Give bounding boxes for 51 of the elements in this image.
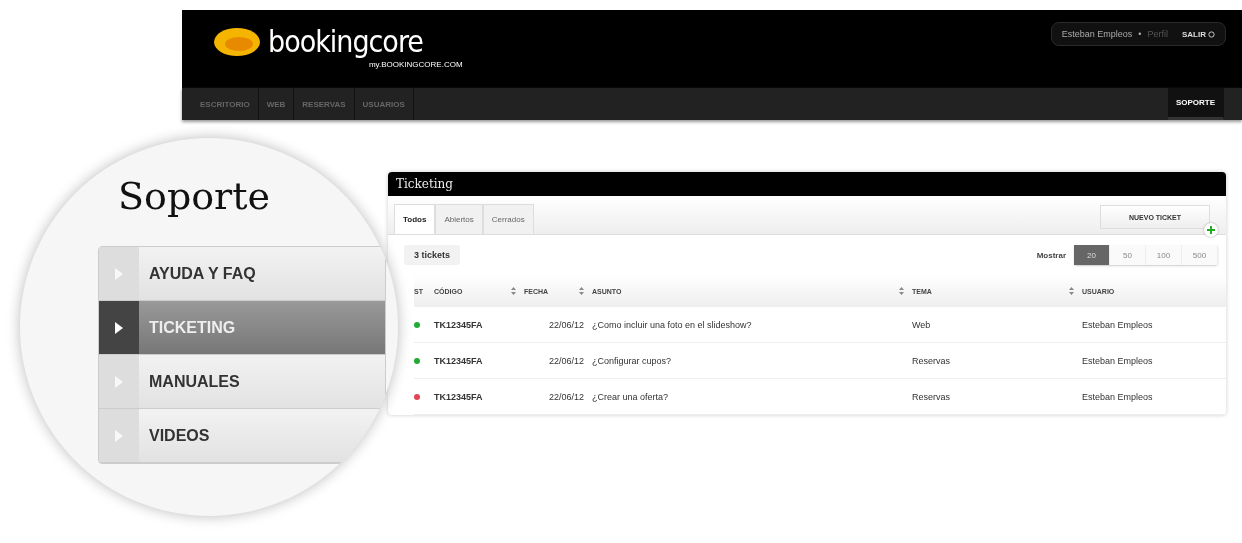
ticket-count: 3 tickets (404, 245, 461, 265)
page-size-button[interactable]: 50 (1110, 245, 1146, 265)
table-cell: Esteban Empleos (1082, 343, 1226, 379)
profile-link[interactable]: Perfil (1147, 29, 1168, 39)
table-cell: 22/06/12 (524, 379, 592, 415)
menu-item[interactable]: TICKETING (99, 301, 385, 355)
sort-icon[interactable] (579, 287, 584, 295)
table-cell: Web (912, 307, 1082, 343)
table-cell: TK12345FA (434, 379, 524, 415)
plus-icon[interactable] (1204, 223, 1218, 237)
filter-tab[interactable]: Cerrados (482, 204, 534, 234)
table-cell: TK12345FA (434, 343, 524, 379)
separator-text: • (1138, 29, 1142, 39)
menu-item[interactable]: AYUDA Y FAQ (99, 247, 385, 301)
table-cell: ¿Crear una oferta? (592, 379, 912, 415)
table-cell: ¿Configurar cupos? (592, 343, 912, 379)
logo-subtitle: my.BOOKINGCORE.COM (368, 60, 463, 69)
caret-icon (115, 321, 123, 334)
sort-icon[interactable] (511, 287, 516, 295)
logout-button[interactable]: SALIR (1174, 29, 1215, 39)
panel-title: Ticketing (388, 172, 1226, 196)
table-cell: Reservas (912, 379, 1082, 415)
page-size-button[interactable]: 100 (1146, 245, 1182, 265)
table-cell: 22/06/12 (524, 343, 592, 379)
table-cell: Esteban Empleos (1082, 379, 1226, 415)
caret-icon (115, 375, 123, 388)
nav-tab[interactable]: SOPORTE (1167, 88, 1224, 120)
page-title: Soporte (118, 174, 271, 218)
table-cell: ¿Como incluir una foto en el slideshow? (592, 307, 912, 343)
page-size-button[interactable]: 20 (1074, 245, 1110, 265)
table-cell: Esteban Empleos (1082, 307, 1226, 343)
page-size-button[interactable]: 500 (1182, 245, 1218, 265)
nav-tab[interactable]: RESERVAS (294, 88, 355, 120)
logo-text: bookingcore (268, 24, 423, 59)
logo-icon (212, 25, 262, 59)
nav-tab[interactable]: WEB (258, 88, 295, 120)
sort-icon[interactable] (1069, 287, 1074, 295)
menu-item[interactable]: MANUALES (99, 355, 385, 409)
filter-tab[interactable]: Abiertos (435, 204, 483, 234)
user-name: Esteban Empleos (1061, 29, 1133, 39)
show-label: Mostrar (1036, 250, 1066, 260)
power-icon (1208, 30, 1215, 38)
sort-icon[interactable] (899, 287, 904, 295)
caret-icon (115, 267, 123, 280)
nav-tab[interactable]: ESCRITORIO (192, 88, 259, 120)
filter-tab[interactable]: Todos (394, 204, 436, 234)
table-cell: TK12345FA (434, 307, 524, 343)
nav-tab[interactable]: USUARIOS (354, 88, 414, 120)
table-cell: Reservas (912, 343, 1082, 379)
table-cell: 22/06/12 (524, 307, 592, 343)
caret-icon (115, 429, 123, 442)
